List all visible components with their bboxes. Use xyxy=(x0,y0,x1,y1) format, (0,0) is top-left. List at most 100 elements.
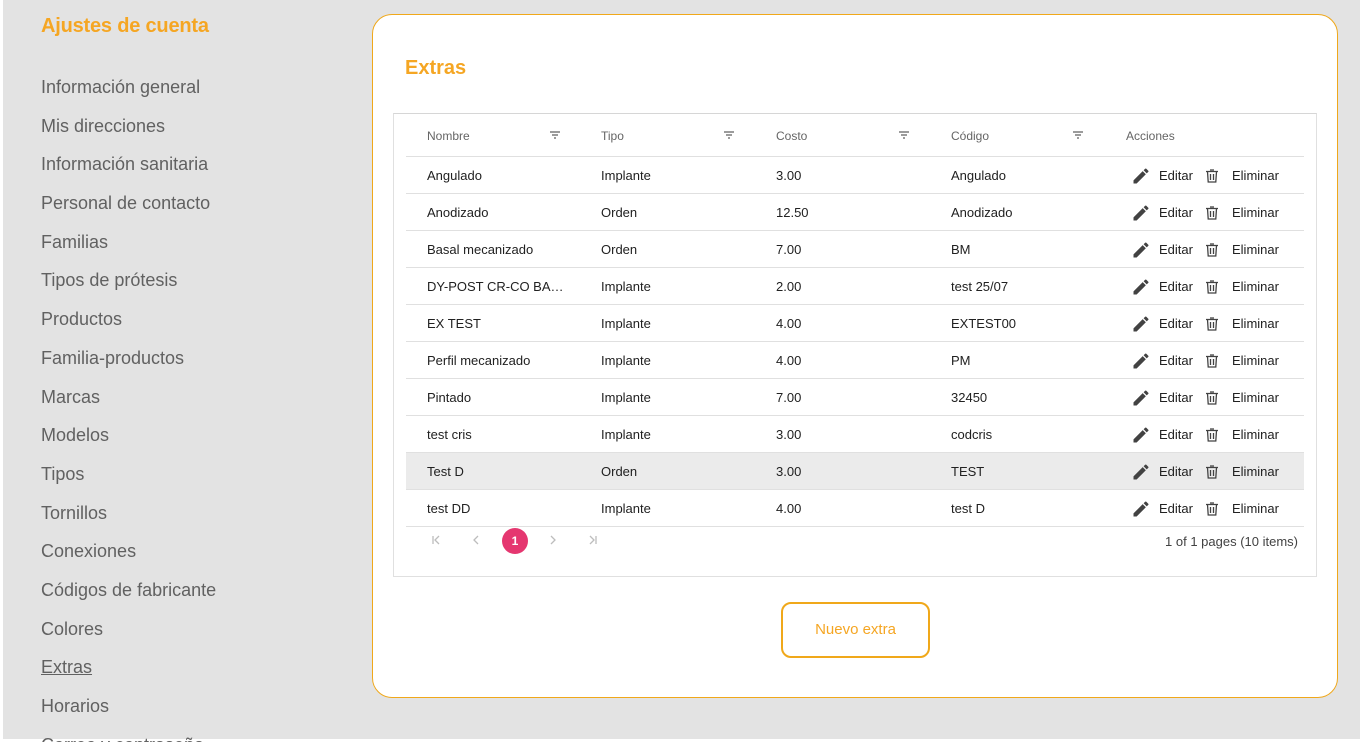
edit-label: Editar xyxy=(1159,427,1193,442)
delete-button[interactable]: Eliminar xyxy=(1204,305,1279,342)
trash-icon xyxy=(1206,390,1218,405)
prev-page-icon[interactable] xyxy=(466,532,486,552)
filter-icon[interactable] xyxy=(1072,129,1084,141)
column-header-nombre[interactable]: Nombre xyxy=(427,114,470,157)
table-row[interactable]: Basal mecanizado Orden 7.00 BM Editar Elimina… xyxy=(406,231,1304,268)
cell-costo: 7.00 xyxy=(776,242,802,257)
sidebar-item[interactable]: Extras xyxy=(41,653,216,692)
cell-codigo: test D xyxy=(951,501,985,516)
sidebar-item[interactable]: Familia-productos xyxy=(41,344,216,383)
trash-icon xyxy=(1206,316,1218,331)
edit-button[interactable]: Editar xyxy=(1131,157,1193,194)
sidebar-item[interactable]: Mis direcciones xyxy=(41,112,216,151)
sidebar-item[interactable]: Tornillos xyxy=(41,499,216,538)
edit-button[interactable]: Editar xyxy=(1131,490,1193,527)
delete-label: Eliminar xyxy=(1232,464,1279,479)
sidebar-title: Ajustes de cuenta xyxy=(41,15,209,37)
delete-button[interactable]: Eliminar xyxy=(1204,453,1279,490)
edit-button[interactable]: Editar xyxy=(1131,194,1193,231)
edit-button[interactable]: Editar xyxy=(1131,231,1193,268)
page-number-current[interactable]: 1 xyxy=(502,528,528,554)
column-header-acciones: Acciones xyxy=(1126,129,1175,143)
new-extra-button[interactable]: Nuevo extra xyxy=(781,602,930,658)
cell-tipo: Implante xyxy=(601,353,651,368)
column-header-costo[interactable]: Costo xyxy=(776,114,807,157)
edit-label: Editar xyxy=(1159,205,1193,220)
sidebar-item[interactable]: Información sanitaria xyxy=(41,150,216,189)
delete-button[interactable]: Eliminar xyxy=(1204,416,1279,453)
table-row[interactable]: Pintado Implante 7.00 32450 Editar Eliminar xyxy=(406,379,1304,416)
delete-label: Eliminar xyxy=(1232,427,1279,442)
sidebar-item[interactable]: Marcas xyxy=(41,383,216,422)
last-page-icon[interactable] xyxy=(583,532,603,552)
sidebar-item[interactable]: Colores xyxy=(41,615,216,654)
first-page-icon[interactable] xyxy=(426,532,446,552)
edit-label: Editar xyxy=(1159,390,1193,405)
edit-button[interactable]: Editar xyxy=(1131,305,1193,342)
pencil-icon xyxy=(1133,241,1149,257)
cell-costo: 4.00 xyxy=(776,316,802,331)
table-row[interactable]: EX TEST Implante 4.00 EXTEST00 Editar Elimina… xyxy=(406,305,1304,342)
cell-tipo: Orden xyxy=(601,242,638,257)
edit-label: Editar xyxy=(1159,464,1193,479)
cell-costo: 3.00 xyxy=(776,464,802,479)
trash-icon xyxy=(1206,242,1218,257)
table-row[interactable]: Anodizado Orden 12.50 Anodizado Editar Elimin… xyxy=(406,194,1304,231)
table-row[interactable]: test cris Implante 3.00 codcris Editar Elimin… xyxy=(406,416,1304,453)
sidebar-item[interactable]: Horarios xyxy=(41,692,216,731)
sidebar-item[interactable]: Productos xyxy=(41,305,216,344)
edit-button[interactable]: Editar xyxy=(1131,453,1193,490)
cell-nombre: Test D xyxy=(427,464,464,479)
sidebar-item[interactable]: Modelos xyxy=(41,421,216,460)
cell-costo: 4.00 xyxy=(776,353,802,368)
extras-panel: Extras Nombre Tipo Costo Código Acciones… xyxy=(372,14,1338,698)
sidebar-item[interactable]: Familias xyxy=(41,228,216,267)
edit-label: Editar xyxy=(1159,316,1193,331)
table-row[interactable]: DY-POST CR-CO BAS… Implante 2.00 test 25/07… xyxy=(406,268,1304,305)
sidebar-item[interactable]: Personal de contacto xyxy=(41,189,216,228)
sidebar-item[interactable]: Tipos xyxy=(41,460,216,499)
extras-table: Nombre Tipo Costo Código Acciones Angula… xyxy=(393,113,1317,577)
cell-nombre: Pintado xyxy=(427,390,472,405)
edit-label: Editar xyxy=(1159,168,1193,183)
cell-nombre: Angulado xyxy=(427,168,482,183)
table-row[interactable]: Test D Orden 3.00 TEST Editar Eliminar xyxy=(406,453,1304,490)
pencil-icon xyxy=(1133,204,1149,220)
sidebar-item[interactable]: Tipos de prótesis xyxy=(41,266,216,305)
filter-icon[interactable] xyxy=(723,129,735,141)
cell-codigo: Angulado xyxy=(951,168,1006,183)
edit-label: Editar xyxy=(1159,279,1193,294)
filter-icon[interactable] xyxy=(898,129,910,141)
delete-button[interactable]: Eliminar xyxy=(1204,490,1279,527)
cell-codigo: BM xyxy=(951,242,971,257)
delete-button[interactable]: Eliminar xyxy=(1204,379,1279,416)
page-title: Extras xyxy=(405,57,467,79)
column-header-tipo[interactable]: Tipo xyxy=(601,114,624,157)
cell-codigo: Anodizado xyxy=(951,205,1013,220)
cell-costo: 3.00 xyxy=(776,427,802,442)
edit-button[interactable]: Editar xyxy=(1131,268,1193,305)
delete-button[interactable]: Eliminar xyxy=(1204,231,1279,268)
filter-icon[interactable] xyxy=(549,129,561,141)
table-row[interactable]: test DD Implante 4.00 test D Editar Eliminar xyxy=(406,490,1304,527)
sidebar-item[interactable]: Información general xyxy=(41,73,216,112)
table-row[interactable]: Perfil mecanizado Implante 4.00 PM Editar Eli… xyxy=(406,342,1304,379)
table-row[interactable]: Angulado Implante 3.00 Angulado Editar Elimin… xyxy=(406,157,1304,194)
sidebar-item[interactable]: Correo y contraseña xyxy=(41,731,216,742)
delete-label: Eliminar xyxy=(1232,316,1279,331)
next-page-icon[interactable] xyxy=(543,532,563,552)
delete-label: Eliminar xyxy=(1232,353,1279,368)
edit-button[interactable]: Editar xyxy=(1131,416,1193,453)
edit-button[interactable]: Editar xyxy=(1131,379,1193,416)
sidebar-item[interactable]: Códigos de fabricante xyxy=(41,576,216,615)
sidebar-item[interactable]: Conexiones xyxy=(41,537,216,576)
cell-costo: 2.00 xyxy=(776,279,802,294)
delete-button[interactable]: Eliminar xyxy=(1204,342,1279,379)
delete-button[interactable]: Eliminar xyxy=(1204,157,1279,194)
pencil-icon xyxy=(1133,315,1149,331)
column-header-codigo[interactable]: Código xyxy=(951,114,989,157)
delete-button[interactable]: Eliminar xyxy=(1204,268,1279,305)
delete-button[interactable]: Eliminar xyxy=(1204,194,1279,231)
cell-costo: 3.00 xyxy=(776,168,802,183)
edit-button[interactable]: Editar xyxy=(1131,342,1193,379)
